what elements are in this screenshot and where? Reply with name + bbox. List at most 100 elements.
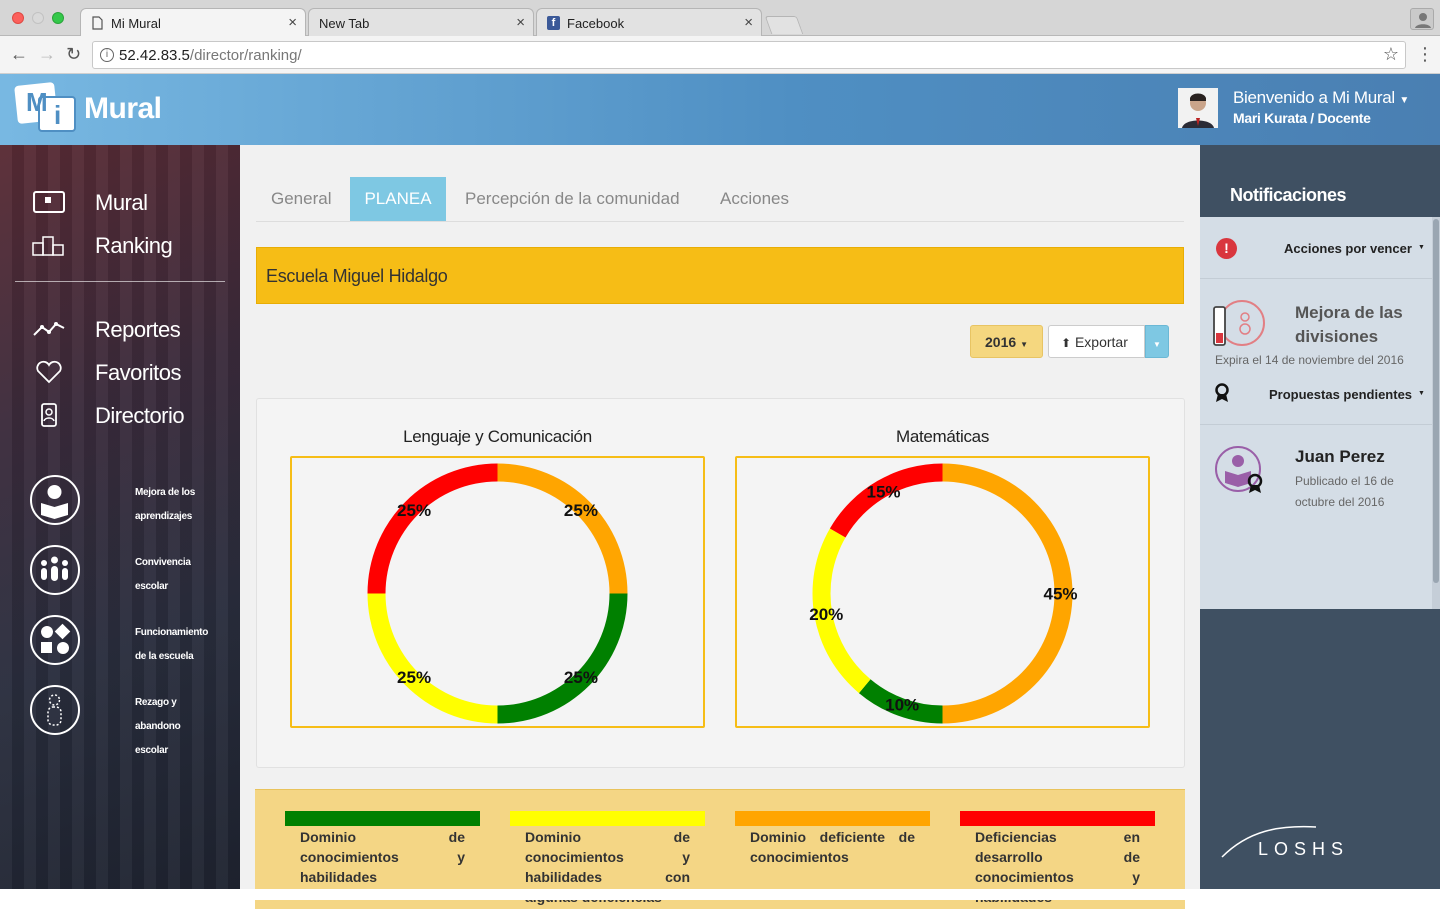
close-tab-icon[interactable]: × [744, 14, 753, 31]
heart-icon [36, 360, 62, 384]
scrollbar[interactable] [1432, 217, 1440, 609]
reload-icon[interactable]: ↻ [66, 44, 81, 65]
caret-down-icon: ▼ [1153, 340, 1161, 349]
browser-tab-newtab[interactable]: New Tab × [308, 8, 534, 36]
page-icon [92, 16, 103, 30]
legend-word: y [1132, 869, 1140, 885]
legend-text-line: Dominio de [300, 829, 465, 845]
export-label: Exportar [1074, 334, 1128, 350]
url-input[interactable]: i 52.42.83.5/director/ranking/ ☆ [92, 41, 1406, 69]
back-arrow-icon[interactable]: ← [10, 44, 28, 65]
legend-text-line: conocimientos [750, 849, 915, 865]
shapes-icon [30, 615, 80, 665]
export-caret-button[interactable]: ▼ [1145, 325, 1169, 358]
priority-mejora-aprendizajes[interactable]: Mejora de los aprendizajes [30, 475, 230, 529]
legend-text-line: habilidades [300, 869, 465, 885]
logo-text: Mural [84, 92, 162, 125]
close-window-button[interactable] [12, 12, 24, 24]
acciones-por-vencer-row[interactable]: ! Acciones por vencer ▼ [1200, 217, 1432, 279]
donut-data-label: 10% [885, 695, 919, 714]
donut-data-label: 25% [397, 501, 431, 520]
scrollbar-thumb[interactable] [1433, 219, 1439, 583]
legend-swatch [960, 811, 1155, 826]
legend-swatch [510, 811, 705, 826]
priority-label: Rezago y abandono escolar [135, 697, 181, 756]
legend-word: de [448, 829, 465, 845]
tab-planea[interactable]: PLANEA [350, 177, 446, 221]
user-menu[interactable]: Bienvenido a Mi Mural ▼ Mari Kurata / Do… [1233, 88, 1433, 126]
maximize-window-button[interactable] [52, 12, 64, 24]
chart-title-lenguaje: Lenguaje y Comunicación [403, 427, 592, 446]
donut-slice[interactable] [367, 463, 498, 594]
legend-text-line: conocimientos y [300, 849, 465, 865]
dotted-figure-icon [30, 685, 80, 735]
donut-slice[interactable] [497, 463, 628, 594]
minimize-window-button[interactable] [32, 12, 44, 24]
priority-rezago-abandono[interactable]: Rezago y abandono escolar [30, 685, 230, 756]
card-name: Juan Perez [1295, 447, 1385, 466]
user-role: Mari Kurata / Docente [1233, 110, 1371, 126]
chevron-down-icon: ▼ [1418, 390, 1425, 397]
donut-data-label: 20% [809, 605, 843, 624]
legend-word: habilidades [300, 869, 378, 885]
menu-dots-icon[interactable]: ⋮ [1416, 44, 1434, 65]
contact-card-icon [41, 403, 57, 427]
avatar[interactable] [1178, 88, 1218, 128]
logo[interactable]: M i Mural [14, 82, 174, 138]
legend-word: conocimientos [300, 849, 399, 865]
upload-icon: ⬆ [1061, 336, 1072, 350]
close-tab-icon[interactable]: × [288, 14, 297, 31]
browser-tab-mimural[interactable]: Mi Mural × [80, 8, 306, 36]
card-meta: Publicado el 16 de octubre del 2016 [1295, 474, 1394, 509]
priority-funcionamiento-escuela[interactable]: Funcionamiento de la escuela [30, 615, 230, 669]
reading-student-badge-icon [1215, 446, 1263, 493]
legend-word: Dominio [525, 829, 581, 845]
legend-text-line: conocimientos y [975, 869, 1140, 885]
donut-slice[interactable] [367, 593, 498, 724]
legend-word: Deficiencias [975, 829, 1057, 845]
school-banner: Escuela Miguel Hidalgo [256, 247, 1184, 304]
notification-card-juan[interactable]: Juan Perez Publicado el 16 de octubre de… [1200, 425, 1432, 525]
star-icon[interactable]: ☆ [1383, 44, 1399, 65]
sidebar-item-label: Favoritos [95, 360, 181, 385]
legend-word: y [682, 849, 690, 865]
legend-text-line: Dominio de [525, 829, 690, 845]
new-tab-button[interactable] [764, 16, 804, 34]
notifications-panel: Notificaciones ! Acciones por vencer ▼ M… [1200, 145, 1440, 889]
tab-general[interactable]: General [271, 177, 331, 221]
tab-acciones[interactable]: Acciones [720, 177, 789, 221]
donut-data-label: 25% [397, 668, 431, 687]
tab-title: New Tab [319, 16, 370, 31]
podium-icon [32, 236, 64, 256]
legend-swatch [735, 811, 930, 826]
priority-convivencia-escolar[interactable]: Convivencia escolar [30, 545, 230, 599]
donut-chart-lenguaje: 25% 25% 25% 25% [367, 463, 628, 724]
main-content: General PLANEA Percepción de la comunida… [240, 145, 1200, 909]
browser-tab-facebook[interactable]: f Facebook × [536, 8, 762, 36]
school-name: Escuela Miguel Hidalgo [266, 266, 448, 286]
logo-i: i [54, 100, 62, 130]
donut-chart-matematicas: 45% 10% 20% 15% [809, 463, 1078, 724]
notification-card-mejora[interactable]: Mejora de las divisiones Expira el 14 de… [1200, 279, 1432, 425]
forward-arrow-icon[interactable]: → [38, 44, 56, 65]
card-title: Mejora de las divisiones [1295, 303, 1403, 346]
priority-label: Mejora de los aprendizajes [135, 487, 196, 522]
sidebar-item-label: Directorio [95, 403, 185, 428]
propuestas-pendientes-label[interactable]: Propuestas pendientes [1269, 387, 1412, 402]
alert-icon: ! [1216, 238, 1237, 259]
donut-slice[interactable] [497, 593, 628, 724]
legend-item: Deficiencias en desarrollo de conocimientos y… [960, 811, 1155, 921]
battery-gauge-icon [1213, 300, 1265, 346]
year-value: 2016 [985, 334, 1017, 350]
export-button[interactable]: ⬆ Exportar [1048, 325, 1145, 358]
url-host: 52.42.83.5 [119, 47, 190, 64]
year-dropdown[interactable]: 2016 ▼ [970, 325, 1043, 358]
legend-word: y [457, 849, 465, 865]
legend-word: Dominio [750, 829, 806, 845]
award-ribbon-icon [1215, 383, 1229, 402]
tab-percepcion[interactable]: Percepción de la comunidad [465, 177, 680, 221]
info-icon[interactable]: i [100, 48, 114, 62]
close-tab-icon[interactable]: × [516, 14, 525, 31]
legend-text-line: Dominio deficiente de [750, 829, 915, 845]
profile-icon[interactable] [1410, 8, 1434, 30]
